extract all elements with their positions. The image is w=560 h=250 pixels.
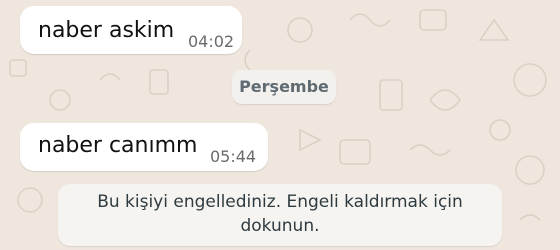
message-time: 05:44 <box>210 147 257 166</box>
date-separator: Perşembe <box>232 70 336 104</box>
blocked-contact-notice[interactable]: Bu kişiyi engellediniz. Engeli kaldırmak… <box>58 184 502 246</box>
message-text: naber askim <box>38 18 175 43</box>
incoming-message[interactable]: naber canımm 05:44 <box>20 123 268 171</box>
message-text: naber canımm <box>38 133 198 158</box>
message-time: 04:02 <box>188 32 235 51</box>
incoming-message[interactable]: naber askim 04:02 <box>20 6 242 54</box>
blocked-notice-line1: Bu kişiyi engellediniz. Engeli kaldırmak… <box>97 192 463 212</box>
blocked-notice-line2: dokunun. <box>240 216 320 236</box>
